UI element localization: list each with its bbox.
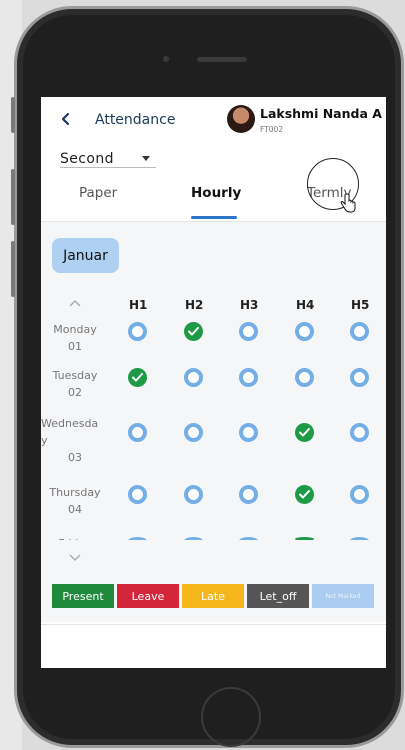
present-check-icon[interactable]: [295, 485, 314, 504]
day-name: Monday: [53, 323, 97, 336]
not-marked-circle-icon[interactable]: [128, 423, 147, 442]
legend-present: Present: [52, 584, 114, 608]
divider: [41, 624, 386, 625]
chevron-up-icon[interactable]: [69, 299, 81, 307]
phone-home-button[interactable]: [201, 687, 261, 747]
user-name: Lakshmi Nanda A: [260, 106, 382, 121]
hand-cursor-icon: [340, 193, 356, 213]
legend-late: Late: [182, 584, 244, 608]
legend-not-marked: Not Marked: [312, 584, 374, 608]
day-label: Wednesda y 03: [41, 415, 109, 466]
app-header: Attendance Lakshmi Nanda A FT002: [41, 97, 386, 145]
present-check-icon[interactable]: [128, 368, 147, 387]
not-marked-circle-icon[interactable]: [239, 485, 258, 504]
scroll-fade: [41, 540, 386, 554]
not-marked-circle-icon[interactable]: [350, 322, 369, 341]
active-tab-indicator: [191, 216, 237, 219]
not-marked-circle-icon[interactable]: [350, 423, 369, 442]
back-arrow-icon: [61, 112, 70, 126]
not-marked-circle-icon[interactable]: [350, 485, 369, 504]
not-marked-circle-icon[interactable]: [295, 368, 314, 387]
day-date: 04: [68, 503, 82, 516]
day-name: Thursday: [49, 486, 101, 499]
not-marked-circle-icon[interactable]: [184, 368, 203, 387]
day-date: 03: [68, 451, 82, 464]
month-chip[interactable]: Januar: [52, 238, 119, 273]
back-button[interactable]: [59, 109, 73, 129]
not-marked-circle-icon[interactable]: [184, 485, 203, 504]
page-title: Attendance: [95, 112, 176, 128]
phone-speaker: [197, 57, 247, 62]
day-label: Tuesday 02: [41, 367, 109, 401]
user-id: FT002: [260, 125, 284, 134]
tab-paper[interactable]: Paper: [79, 185, 117, 201]
dropdown-value: Second: [60, 151, 114, 167]
app-screen: Attendance Lakshmi Nanda A FT002 Second …: [41, 97, 386, 668]
semester-dropdown[interactable]: Second: [60, 148, 156, 168]
hour-header: H3: [240, 298, 259, 312]
day-label: Thursday 04: [41, 484, 109, 518]
not-marked-circle-icon[interactable]: [239, 368, 258, 387]
not-marked-circle-icon[interactable]: [350, 368, 369, 387]
chevron-down-icon[interactable]: [69, 554, 81, 562]
avatar[interactable]: [227, 105, 255, 133]
not-marked-circle-icon[interactable]: [239, 423, 258, 442]
day-label: Monday 01: [41, 321, 109, 355]
not-marked-circle-icon[interactable]: [239, 322, 258, 341]
phone-side-button: [11, 169, 15, 225]
phone-side-button: [11, 241, 15, 297]
tab-hourly[interactable]: Hourly: [191, 185, 241, 201]
hour-header: H5: [351, 298, 370, 312]
hour-header: H4: [296, 298, 315, 312]
not-marked-circle-icon[interactable]: [128, 322, 147, 341]
chevron-down-icon: [142, 156, 150, 161]
day-name: Tuesday: [52, 369, 98, 382]
phone-camera: [163, 56, 169, 62]
legend-leave: Leave: [117, 584, 179, 608]
hour-header: H1: [129, 298, 148, 312]
day-date: 02: [68, 386, 82, 399]
present-check-icon[interactable]: [184, 322, 203, 341]
phone-side-button: [11, 97, 15, 133]
not-marked-circle-icon[interactable]: [184, 423, 203, 442]
not-marked-circle-icon[interactable]: [295, 322, 314, 341]
day-date: 01: [68, 340, 82, 353]
legend-let-off: Let_off: [247, 584, 309, 608]
hour-header: H2: [185, 298, 204, 312]
not-marked-circle-icon[interactable]: [128, 485, 147, 504]
day-name: Wednesda y: [41, 417, 99, 447]
present-check-icon[interactable]: [295, 423, 314, 442]
